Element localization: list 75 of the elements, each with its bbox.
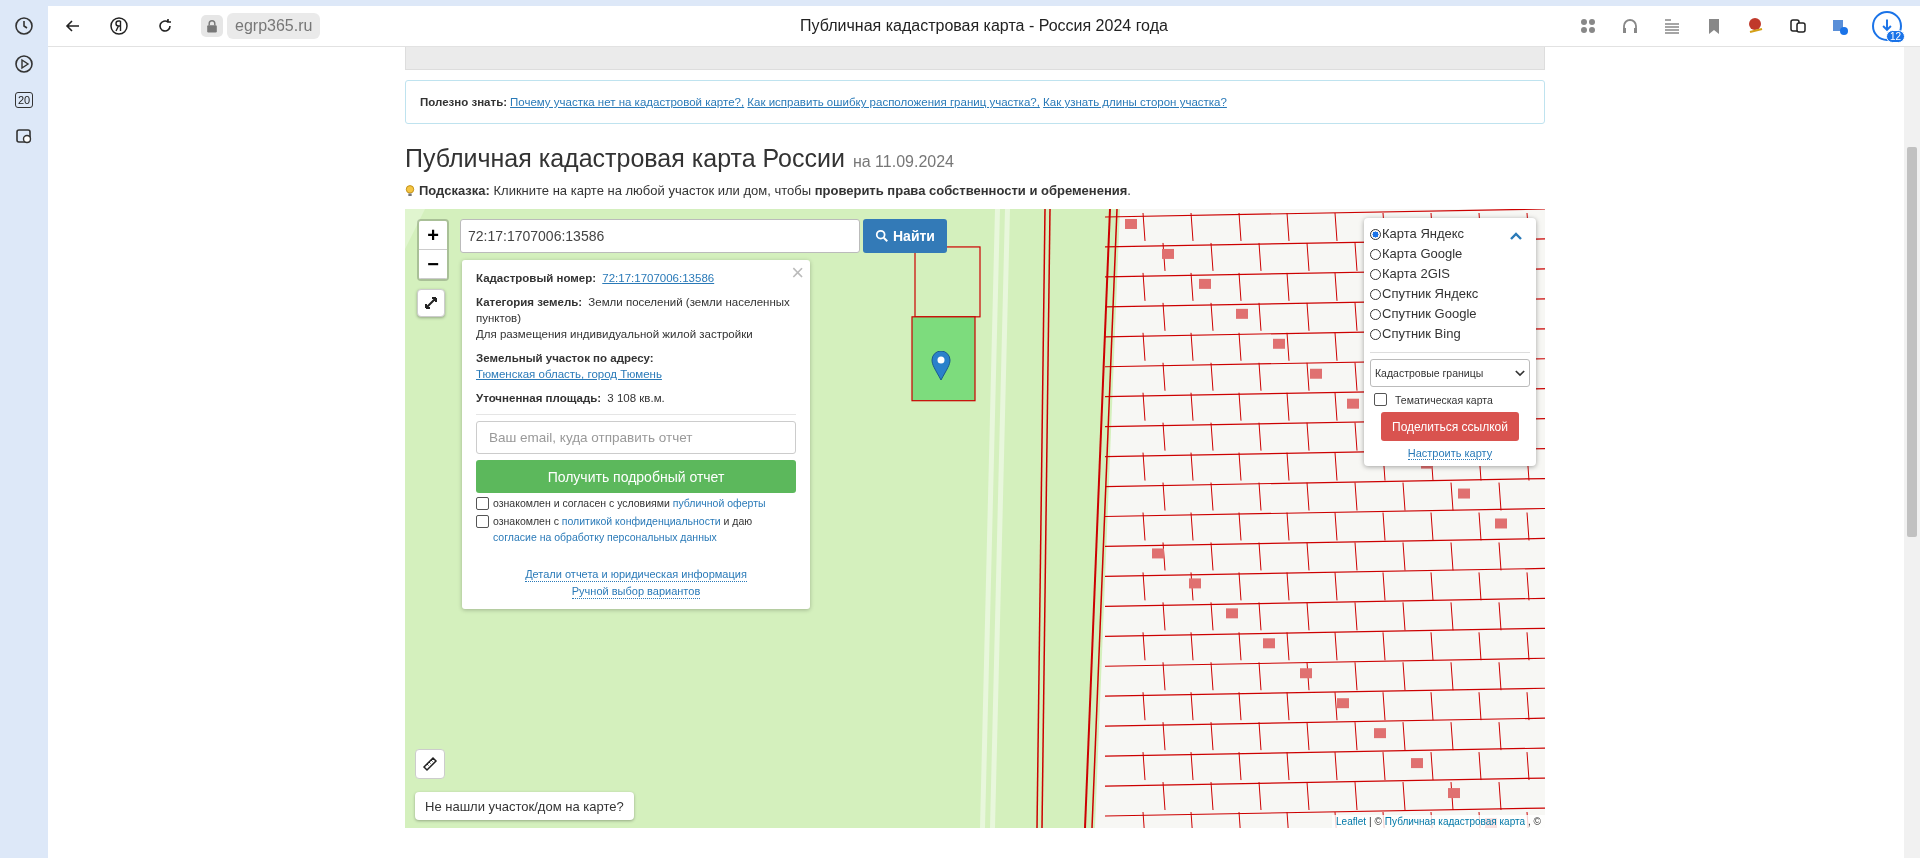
camera-icon[interactable] (14, 126, 34, 146)
field-link[interactable]: Тюменская область, город Тюмень (476, 368, 662, 380)
help-link[interactable]: Как узнать длины сторон участка? (1043, 96, 1227, 108)
find-button[interactable]: Найти (863, 219, 947, 253)
radio-button[interactable] (1370, 288, 1381, 300)
history-icon[interactable] (14, 16, 34, 36)
address-bar[interactable]: egrp365.ru (227, 13, 321, 39)
footer-link[interactable]: Детали отчета и юридическая информация (525, 567, 747, 582)
search-icon (875, 229, 889, 243)
headphones-icon[interactable] (1620, 16, 1640, 36)
checkbox[interactable] (1374, 393, 1387, 406)
downloads-button[interactable]: 12 (1872, 11, 1902, 41)
agreement-text: и даю (723, 515, 753, 527)
zoom-in-button[interactable]: + (419, 221, 447, 250)
ruler-button[interactable] (415, 749, 445, 779)
counter-badge[interactable]: 20 (14, 92, 34, 108)
agreement-text: ознакомлен и согласен с условиями (493, 497, 670, 509)
attribution-text: , © (1528, 816, 1541, 827)
radio-button[interactable] (1370, 308, 1381, 320)
expand-icon (423, 295, 439, 311)
footer-link[interactable]: Ручной выбор вариантов (571, 584, 701, 599)
agreement-text: ознакомлен с (493, 515, 559, 527)
attribution-link[interactable]: Leaflet (1336, 816, 1367, 827)
checkbox-label: Тематическая карта (1395, 393, 1493, 406)
agreement-link[interactable]: согласие на обработку персональных данных (493, 531, 717, 543)
translate-icon[interactable] (1788, 16, 1808, 36)
ruler-icon (422, 756, 438, 772)
help-link[interactable]: Как исправить ошибку расположения границ участка?, (747, 96, 1040, 108)
layer-option[interactable]: Карта Яндекс (1370, 224, 1530, 244)
radio-button[interactable] (1370, 248, 1381, 260)
lightbulb-icon (405, 183, 415, 198)
hint-text: Подсказка: Кликните на карте на любой участок или дом, чтобы проверить права собственности и обременения. (419, 183, 1131, 198)
radio-button[interactable] (1370, 228, 1381, 240)
map-pin-icon (931, 351, 951, 381)
layer-option[interactable]: Карта 2GIS (1370, 264, 1530, 284)
email-field[interactable]: Ваш email, куда отправить отчет (476, 421, 796, 454)
cadastral-search-field[interactable]: 72:17:1707006:13586 (460, 219, 860, 253)
dropdown-caret-icon (1515, 369, 1525, 377)
layer-option[interactable]: Спутник Яндекс (1370, 284, 1530, 304)
overlay-select[interactable]: Кадастровые границы (1370, 359, 1530, 387)
info-label: Полезно знать: (420, 96, 508, 108)
field-text: Уточненная площадь: 3 108 кв.м. (476, 391, 666, 406)
field-label: Земельный участок по адресу: (476, 352, 654, 364)
yandex-icon[interactable] (109, 16, 129, 36)
field-link[interactable]: 72:17:1707006:13586 (602, 272, 715, 284)
play-icon[interactable] (14, 54, 34, 74)
page-heading: Публичная кадастровая карта России (405, 144, 845, 173)
fullscreen-button[interactable] (417, 289, 445, 317)
share-link-button[interactable]: Поделиться ссылкой (1381, 412, 1519, 441)
layer-option[interactable]: Карта Google (1370, 244, 1530, 264)
zoom-out-button[interactable]: − (419, 250, 447, 279)
heading-date: на 11.09.2024 (852, 153, 954, 171)
settings-link[interactable]: Настроить карту (1407, 447, 1493, 460)
help-link[interactable]: Почему участка нет на кадастровой карте?, (510, 96, 745, 108)
radio-button[interactable] (1370, 268, 1381, 280)
agreement-link[interactable]: политикой конфиденциальности (561, 515, 721, 527)
checkbox[interactable] (476, 515, 489, 528)
agreement-link[interactable]: публичной оферты (672, 497, 766, 509)
report-button[interactable]: Получить подробный отчет (476, 460, 796, 493)
field-text: Категория земель: Земли поселений (земли населенных пунктов) (476, 295, 791, 326)
attribution-text: | © (1369, 816, 1382, 827)
field-label: Кадастровый номер: (476, 272, 597, 284)
not-found-button[interactable]: Не нашли участок/дом на карте? (415, 792, 634, 820)
collapse-icon[interactable] (1510, 232, 1522, 240)
field-note: Для размещения индивидуальной жилой застройки (476, 327, 754, 342)
layer-option[interactable]: Спутник Google (1370, 304, 1530, 324)
lock-icon (201, 15, 223, 37)
apps-icon[interactable] (1578, 16, 1598, 36)
layer-option[interactable]: Спутник Bing (1370, 324, 1530, 344)
checkbox[interactable] (476, 497, 489, 510)
page-title: Публичная кадастровая карта - Россия 2024 года (800, 17, 1168, 35)
scrollbar[interactable] (1904, 47, 1920, 858)
downloads-badge: 12 (1885, 30, 1905, 43)
radio-button[interactable] (1370, 328, 1381, 340)
attribution-link[interactable]: Публичная кадастровая карта (1384, 816, 1526, 827)
